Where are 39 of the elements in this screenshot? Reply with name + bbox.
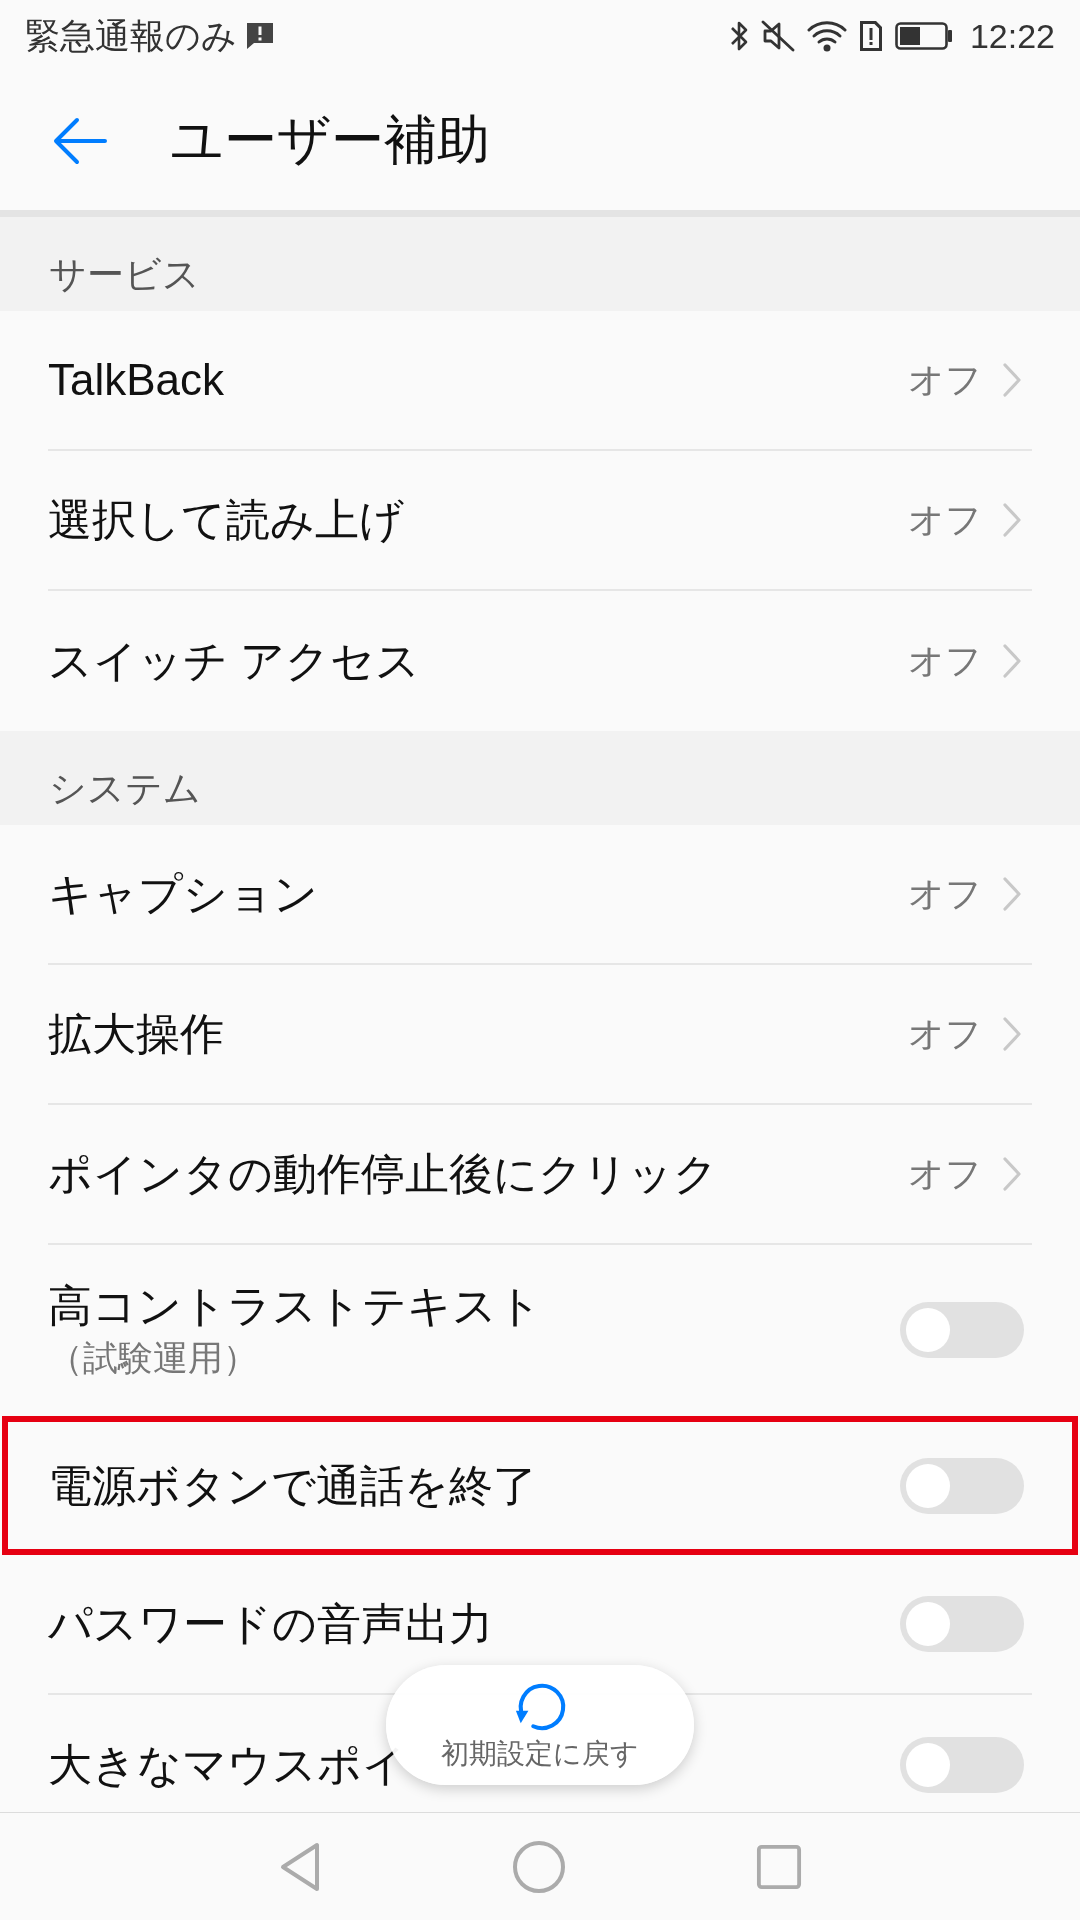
setting-label: ポインタの動作停止後にクリック <box>48 1148 718 1200</box>
setting-value: オフ <box>908 497 982 542</box>
toggle-switch[interactable] <box>900 1596 1024 1652</box>
alert-message-icon <box>246 22 274 50</box>
chevron-right-icon <box>1002 362 1022 398</box>
back-arrow-icon[interactable] <box>52 116 108 166</box>
setting-value: オフ <box>908 1011 982 1056</box>
sim-card-icon <box>857 19 884 53</box>
battery-icon <box>894 22 953 50</box>
setting-sublabel: （試験運用） <box>48 1336 258 1379</box>
setting-label: TalkBack <box>48 354 225 406</box>
chevron-right-icon <box>1002 502 1022 538</box>
bluetooth-icon <box>728 19 749 53</box>
setting-label: スイッチ アクセス <box>48 635 421 687</box>
setting-value: オフ <box>908 1151 982 1196</box>
setting-value: オフ <box>908 871 982 916</box>
chevron-right-icon <box>1002 876 1022 912</box>
setting-label: キャプション <box>48 868 318 920</box>
setting-label: 選択して読み上げ <box>48 494 404 546</box>
setting-label: 電源ボタンで通話を終了 <box>48 1459 537 1512</box>
setting-value: オフ <box>908 357 982 402</box>
chevron-right-icon <box>1002 1016 1022 1052</box>
status-time: 12:22 <box>969 16 1055 56</box>
back-icon[interactable] <box>278 1840 322 1893</box>
setting-label: パスワードの音声出力 <box>48 1598 493 1650</box>
recent-apps-icon[interactable] <box>756 1843 802 1890</box>
section-header: サービス <box>0 217 1080 311</box>
section-header: システム <box>0 731 1080 825</box>
wifi-icon <box>806 19 847 53</box>
setting-label: 拡大操作 <box>48 1008 224 1060</box>
setting-value: オフ <box>908 638 982 683</box>
home-icon[interactable] <box>512 1839 566 1894</box>
setting-label: 高コントラストテキスト <box>48 1279 542 1332</box>
page-title: ユーザー補助 <box>170 109 490 171</box>
muted-speaker-icon <box>759 19 796 53</box>
status-notice: 緊急通報のみ <box>25 14 237 57</box>
chevron-right-icon <box>1002 1156 1022 1192</box>
chevron-right-icon <box>1002 643 1022 679</box>
toggle-switch[interactable] <box>900 1737 1024 1793</box>
